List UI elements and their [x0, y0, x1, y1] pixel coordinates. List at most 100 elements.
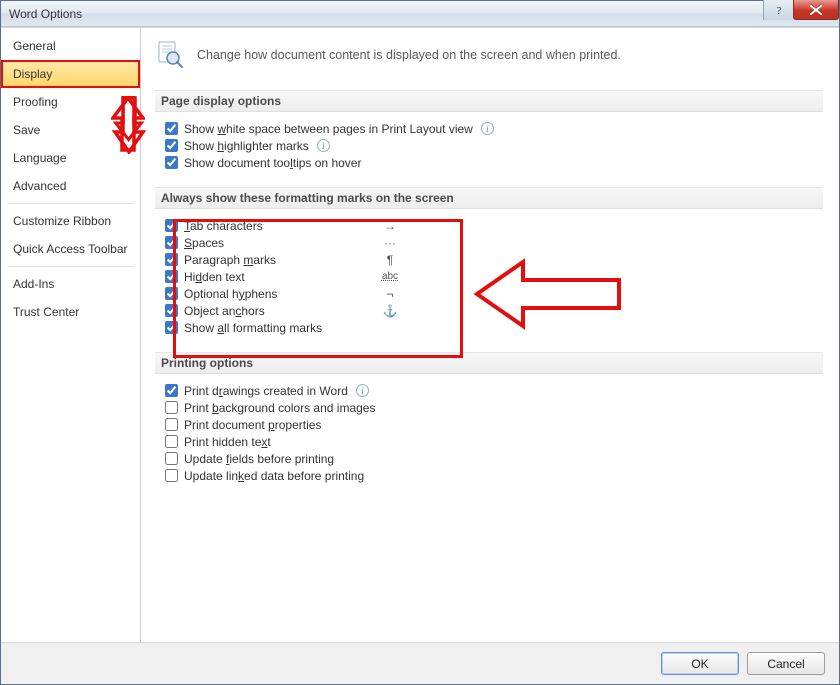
option-hidden-text: Hidden text abc: [165, 268, 823, 285]
sidebar-item-save[interactable]: Save: [1, 116, 140, 144]
option-label: Optional hyphens: [184, 287, 304, 301]
sidebar-item-label: Save: [13, 123, 40, 137]
option-print-properties: Print document properties: [165, 416, 823, 433]
option-label: Print hidden text: [184, 435, 271, 449]
sidebar-item-advanced[interactable]: Advanced: [1, 172, 140, 200]
option-label: Show all formatting marks: [184, 321, 322, 335]
hidden-text-symbol-icon: abc: [370, 271, 410, 282]
spaces-symbol-icon: ···: [370, 236, 410, 250]
checkbox-print-drawings[interactable]: [165, 384, 178, 397]
option-label: Show highlighter marks: [184, 139, 309, 153]
option-print-hidden-text: Print hidden text: [165, 433, 823, 450]
option-label: Paragraph marks: [184, 253, 304, 267]
checkbox-tab-characters[interactable]: [165, 219, 178, 232]
option-update-linked-data: Update linked data before printing: [165, 467, 823, 484]
tab-symbol-icon: →: [370, 219, 410, 233]
option-white-space: Show white space between pages in Print …: [165, 120, 823, 137]
sidebar-item-label: Customize Ribbon: [13, 214, 111, 228]
cancel-button[interactable]: Cancel: [747, 652, 825, 675]
checkbox-object-anchors[interactable]: [165, 304, 178, 317]
checkbox-paragraph-marks[interactable]: [165, 253, 178, 266]
sidebar-item-customize-ribbon[interactable]: Customize Ribbon: [1, 207, 140, 235]
section-formatting-header: Always show these formatting marks on th…: [155, 187, 823, 209]
option-optional-hyphens: Optional hyphens ¬: [165, 285, 823, 302]
option-object-anchors: Object anchors ⚓: [165, 302, 823, 319]
sidebar-item-label: Display: [13, 67, 52, 81]
option-highlighter: Show highlighter marks i: [165, 137, 823, 154]
option-paragraph-marks: Paragraph marks ¶: [165, 251, 823, 268]
section-formatting: Tab characters → Spaces ··· Paragraph ma…: [155, 217, 823, 336]
svg-text:?: ?: [776, 5, 781, 16]
option-spaces: Spaces ···: [165, 234, 823, 251]
option-label: Print background colors and images: [184, 401, 375, 415]
sidebar-item-label: Advanced: [13, 179, 66, 193]
sidebar-item-label: Language: [13, 151, 66, 165]
section-printing: Print drawings created in Word i Print b…: [155, 382, 823, 484]
ok-button[interactable]: OK: [661, 652, 739, 675]
checkbox-spaces[interactable]: [165, 236, 178, 249]
sidebar-item-trust-center[interactable]: Trust Center: [1, 298, 140, 326]
option-update-fields: Update fields before printing: [165, 450, 823, 467]
option-print-drawings: Print drawings created in Word i: [165, 382, 823, 399]
info-icon[interactable]: i: [481, 122, 494, 135]
content-row: General Display Proofing Save Language A…: [1, 28, 839, 642]
dialog-buttons: OK Cancel: [1, 642, 839, 684]
info-icon[interactable]: i: [356, 384, 369, 397]
option-show-all-formatting: Show all formatting marks: [165, 319, 823, 336]
sidebar: General Display Proofing Save Language A…: [1, 28, 141, 642]
dialog-title: Word Options: [9, 7, 82, 21]
section-printing-header: Printing options: [155, 352, 823, 374]
sidebar-item-general[interactable]: General: [1, 32, 140, 60]
sidebar-item-label: Proofing: [13, 95, 58, 109]
checkbox-print-background[interactable]: [165, 401, 178, 414]
option-label: Print document properties: [184, 418, 321, 432]
option-label: Update linked data before printing: [184, 469, 364, 483]
option-label: Hidden text: [184, 270, 304, 284]
sidebar-item-proofing[interactable]: Proofing: [1, 88, 140, 116]
option-tab-characters: Tab characters →: [165, 217, 823, 234]
window-buttons: ?: [763, 0, 839, 20]
section-page-display: Show white space between pages in Print …: [155, 120, 823, 171]
pilcrow-symbol-icon: ¶: [370, 253, 410, 267]
option-label: Tab characters: [184, 219, 304, 233]
checkbox-print-properties[interactable]: [165, 418, 178, 431]
close-button[interactable]: [793, 0, 839, 20]
checkbox-optional-hyphens[interactable]: [165, 287, 178, 300]
option-label: Print drawings created in Word: [184, 384, 348, 398]
dialog-body: General Display Proofing Save Language A…: [1, 27, 839, 684]
help-icon: ?: [773, 4, 785, 16]
checkbox-update-linked-data[interactable]: [165, 469, 178, 482]
option-label: Spaces: [184, 236, 304, 250]
option-label: Show document tooltips on hover: [184, 156, 361, 170]
info-icon[interactable]: i: [317, 139, 330, 152]
sidebar-item-label: General: [13, 39, 56, 53]
sidebar-item-label: Quick Access Toolbar: [13, 242, 128, 256]
option-tooltips: Show document tooltips on hover: [165, 154, 823, 171]
sidebar-item-display[interactable]: Display: [1, 60, 140, 88]
option-label: Object anchors: [184, 304, 304, 318]
checkbox-highlighter[interactable]: [165, 139, 178, 152]
sidebar-separator: [7, 266, 134, 267]
checkbox-tooltips[interactable]: [165, 156, 178, 169]
checkbox-hidden-text[interactable]: [165, 270, 178, 283]
option-label: Update fields before printing: [184, 452, 334, 466]
sidebar-item-label: Add-Ins: [13, 277, 54, 291]
titlebar: Word Options ?: [1, 1, 839, 27]
checkbox-white-space[interactable]: [165, 122, 178, 135]
main-panel: Change how document content is displayed…: [141, 28, 839, 642]
help-button[interactable]: ?: [763, 0, 793, 20]
hyphen-symbol-icon: ¬: [370, 287, 410, 301]
sidebar-item-add-ins[interactable]: Add-Ins: [1, 270, 140, 298]
display-preview-icon: [155, 40, 185, 70]
checkbox-show-all-formatting[interactable]: [165, 321, 178, 334]
sidebar-item-quick-access-toolbar[interactable]: Quick Access Toolbar: [1, 235, 140, 263]
close-icon: [810, 5, 822, 15]
sidebar-item-language[interactable]: Language: [1, 144, 140, 172]
option-label: Show white space between pages in Print …: [184, 122, 473, 136]
section-page-display-header: Page display options: [155, 90, 823, 112]
checkbox-print-hidden-text[interactable]: [165, 435, 178, 448]
sidebar-item-label: Trust Center: [13, 305, 79, 319]
sidebar-separator: [7, 203, 134, 204]
checkbox-update-fields[interactable]: [165, 452, 178, 465]
anchor-symbol-icon: ⚓: [370, 304, 410, 318]
